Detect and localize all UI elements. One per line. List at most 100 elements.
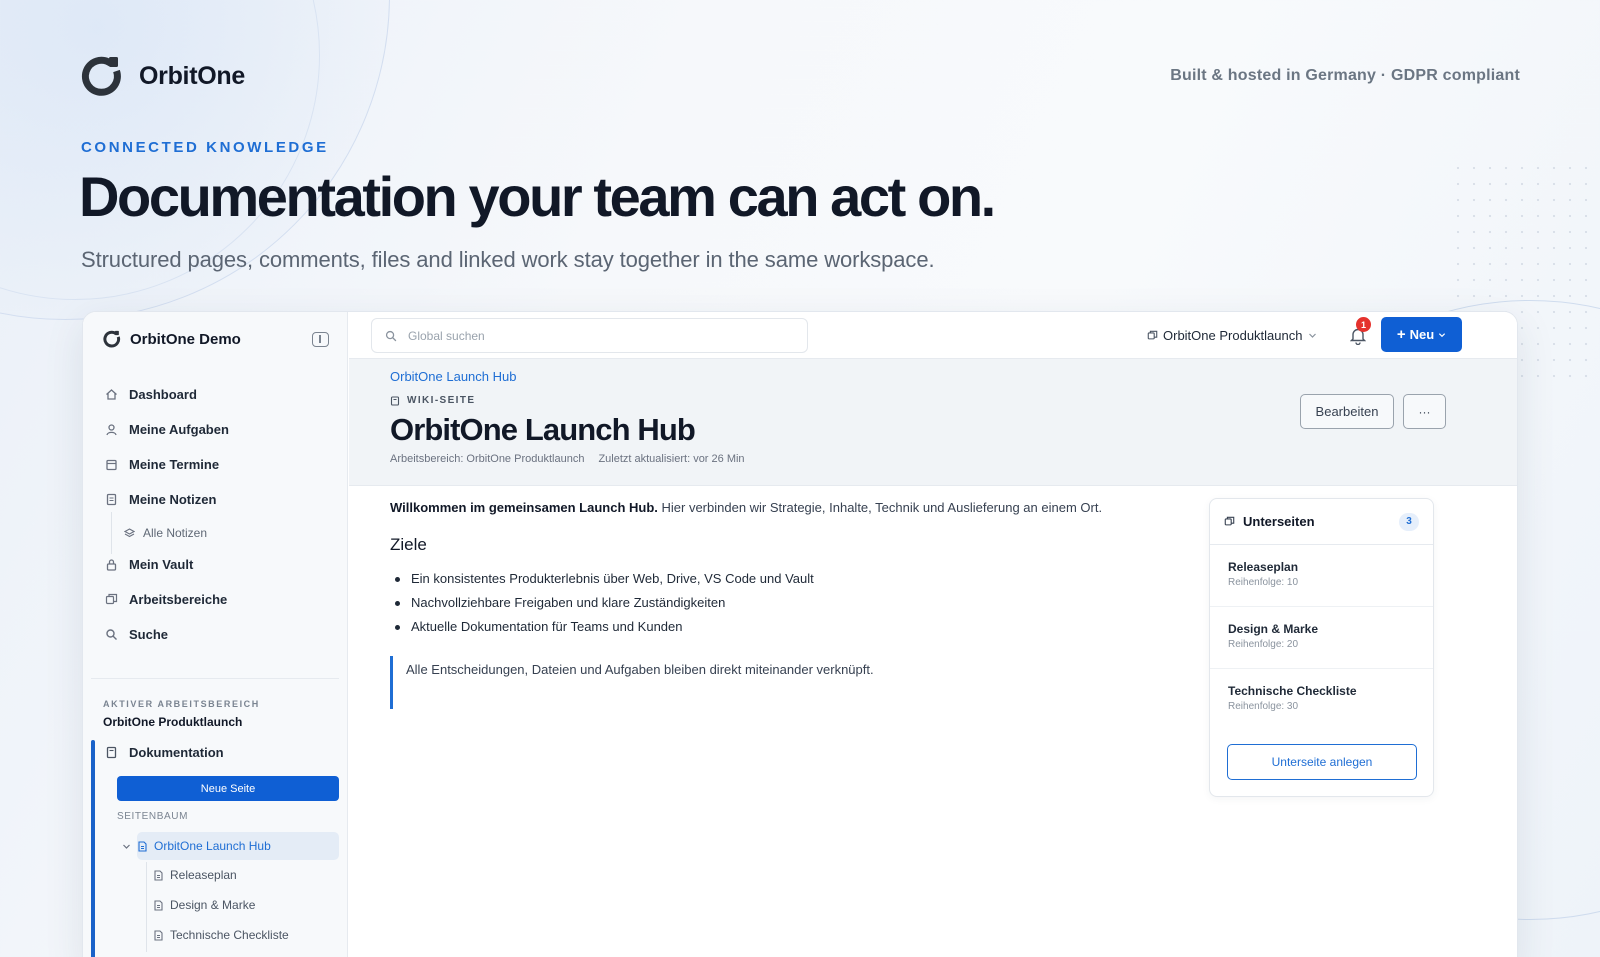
top-navigation: Global suchen OrbitOne Produktlaunch 1 +… bbox=[349, 312, 1517, 359]
page-type-label: WIKI-SEITE bbox=[407, 395, 476, 406]
workspace-switcher[interactable]: OrbitOne Produktlaunch bbox=[1147, 324, 1317, 346]
nav-arbeitsbereiche[interactable]: Arbeitsbereiche bbox=[105, 589, 227, 609]
nav-label: Dashboard bbox=[129, 386, 197, 402]
create-subpage-button[interactable]: Unterseite anlegen bbox=[1227, 744, 1417, 780]
subpages-header: Unterseiten 3 bbox=[1210, 499, 1433, 545]
page-icon bbox=[137, 840, 148, 852]
workspace-icon bbox=[1224, 516, 1235, 527]
more-options-button[interactable]: ··· bbox=[1403, 394, 1446, 429]
sidebar-title: OrbitOne Demo bbox=[130, 330, 241, 348]
goals-heading: Ziele bbox=[390, 534, 427, 554]
tree-label: Technische Checkliste bbox=[170, 928, 289, 942]
nav-label: Meine Aufgaben bbox=[129, 421, 229, 437]
tree-label: Design & Marke bbox=[170, 898, 256, 912]
active-workspace-label: AKTIVER ARBEITSBEREICH bbox=[103, 699, 260, 709]
list-item: Nachvollziehbare Freigaben und klare Zus… bbox=[390, 591, 1210, 615]
global-search-input[interactable]: Global suchen bbox=[371, 318, 808, 353]
nav-meine-notizen[interactable]: Meine Notizen bbox=[105, 489, 216, 509]
book-icon bbox=[390, 395, 400, 406]
list-item: Aktuelle Dokumentation für Teams und Kun… bbox=[390, 615, 1210, 639]
subpage-item[interactable]: Technische Checkliste Reihenfolge: 30 bbox=[1210, 669, 1433, 731]
tree-label: OrbitOne Launch Hub bbox=[154, 839, 271, 853]
notification-badge: 1 bbox=[1356, 317, 1371, 332]
note-icon bbox=[105, 493, 118, 506]
section-label: Dokumentation bbox=[129, 744, 224, 760]
workspace-icon bbox=[1147, 330, 1158, 341]
tagline: Built & hosted in Germany · GDPR complia… bbox=[1170, 67, 1520, 84]
nav-suche[interactable]: Suche bbox=[105, 624, 168, 644]
subpages-panel: Unterseiten 3 Releaseplan Reihenfolge: 1… bbox=[1209, 498, 1434, 797]
page-tree-label: SEITENBAUM bbox=[117, 811, 189, 822]
nav-mein-vault[interactable]: Mein Vault bbox=[105, 554, 193, 574]
page-meta: Arbeitsbereich: OrbitOne Produktlaunch Z… bbox=[390, 453, 745, 465]
nav-label: Arbeitsbereiche bbox=[129, 591, 228, 607]
intro-rest: Hier verbinden wir Strategie, Inhalte, T… bbox=[657, 500, 1103, 515]
page-icon bbox=[153, 899, 164, 911]
home-icon bbox=[105, 388, 118, 401]
page-title: OrbitOne Launch Hub bbox=[390, 412, 696, 447]
nav-label: Meine Notizen bbox=[129, 491, 217, 507]
orbitone-logo-icon bbox=[103, 330, 121, 348]
new-button[interactable]: + Neu bbox=[1381, 317, 1462, 352]
search-icon bbox=[384, 329, 397, 342]
new-page-button[interactable]: Neue Seite bbox=[117, 776, 339, 801]
sidebar-divider bbox=[91, 678, 339, 679]
workspace-switcher-label: OrbitOne Produktlaunch bbox=[1163, 327, 1303, 343]
layers-icon bbox=[123, 527, 136, 540]
hero-title: Documentation your team can act on. bbox=[79, 165, 996, 228]
subpages-count-badge: 3 bbox=[1399, 512, 1419, 531]
brand-name: OrbitOne bbox=[139, 61, 245, 90]
nav-dashboard[interactable]: Dashboard bbox=[105, 384, 197, 404]
sidebar: OrbitOne Demo Dashboard Meine Aufgaben M… bbox=[83, 312, 348, 957]
hero-eyebrow: CONNECTED KNOWLEDGE bbox=[81, 139, 329, 156]
section-dokumentation[interactable]: Dokumentation bbox=[105, 740, 224, 764]
sidebar-header: OrbitOne Demo bbox=[103, 326, 329, 352]
subpages-title: Unterseiten bbox=[1243, 514, 1315, 529]
chevron-down-icon[interactable] bbox=[121, 840, 131, 853]
tree-item-design-marke[interactable]: Design & Marke bbox=[153, 895, 255, 915]
page-type: WIKI-SEITE bbox=[390, 395, 475, 406]
app-window: OrbitOne Demo Dashboard Meine Aufgaben M… bbox=[82, 311, 1518, 957]
tree-item-technische-checkliste[interactable]: Technische Checkliste bbox=[153, 925, 289, 945]
active-workspace-name: OrbitOne Produktlaunch bbox=[103, 715, 243, 729]
subpage-order: Reihenfolge: 10 bbox=[1228, 577, 1299, 588]
tree-item-releaseplan[interactable]: Releaseplan bbox=[153, 865, 237, 885]
tree-item-launch-hub[interactable]: OrbitOne Launch Hub bbox=[121, 836, 271, 856]
nav-alle-notizen[interactable]: Alle Notizen bbox=[123, 524, 207, 542]
page-icon bbox=[153, 929, 164, 941]
subpage-item[interactable]: Releaseplan Reihenfolge: 10 bbox=[1210, 545, 1433, 607]
plus-icon: + bbox=[1396, 326, 1406, 343]
hero-subtitle: Structured pages, comments, files and li… bbox=[81, 247, 935, 272]
book-icon bbox=[105, 746, 118, 759]
nav-sub-guide bbox=[111, 512, 112, 554]
tree-label: Releaseplan bbox=[170, 868, 237, 882]
workspace-icon bbox=[105, 593, 118, 606]
page-content: Willkommen im gemeinsamen Launch Hub. Hi… bbox=[390, 498, 1210, 709]
site-header: OrbitOne Built & hosted in Germany · GDP… bbox=[81, 52, 1520, 100]
subpage-title: Design & Marke bbox=[1228, 622, 1319, 636]
edit-button[interactable]: Bearbeiten bbox=[1300, 394, 1394, 429]
nav-label: Alle Notizen bbox=[143, 526, 208, 540]
nav-meine-termine[interactable]: Meine Termine bbox=[105, 454, 219, 474]
sidebar-brand[interactable]: OrbitOne Demo bbox=[103, 330, 241, 348]
nav-meine-aufgaben[interactable]: Meine Aufgaben bbox=[105, 419, 229, 439]
chevron-down-icon bbox=[1307, 329, 1317, 342]
search-icon bbox=[105, 628, 118, 641]
chevron-down-icon bbox=[1438, 327, 1446, 342]
breadcrumb[interactable]: OrbitOne Launch Hub bbox=[390, 369, 516, 384]
calendar-icon bbox=[105, 458, 118, 471]
section-active-indicator bbox=[91, 740, 95, 957]
intro-bold: Willkommen im gemeinsamen Launch Hub. bbox=[390, 500, 658, 515]
sidebar-collapse-icon[interactable] bbox=[312, 331, 329, 347]
nav-label: Meine Termine bbox=[129, 456, 220, 472]
subpage-order: Reihenfolge: 30 bbox=[1228, 701, 1299, 712]
nav-label: Suche bbox=[129, 626, 169, 642]
subpage-item[interactable]: Design & Marke Reihenfolge: 20 bbox=[1210, 607, 1433, 669]
tree-guide-line bbox=[146, 862, 147, 952]
brand[interactable]: OrbitOne bbox=[81, 55, 245, 97]
search-placeholder: Global suchen bbox=[408, 328, 485, 343]
subpage-title: Releaseplan bbox=[1228, 560, 1299, 574]
updated-meta: Zuletzt aktualisiert: vor 26 Min bbox=[598, 453, 745, 465]
user-icon bbox=[105, 423, 118, 436]
goals-list: Ein konsistentes Produkterlebnis über We… bbox=[390, 567, 1210, 639]
